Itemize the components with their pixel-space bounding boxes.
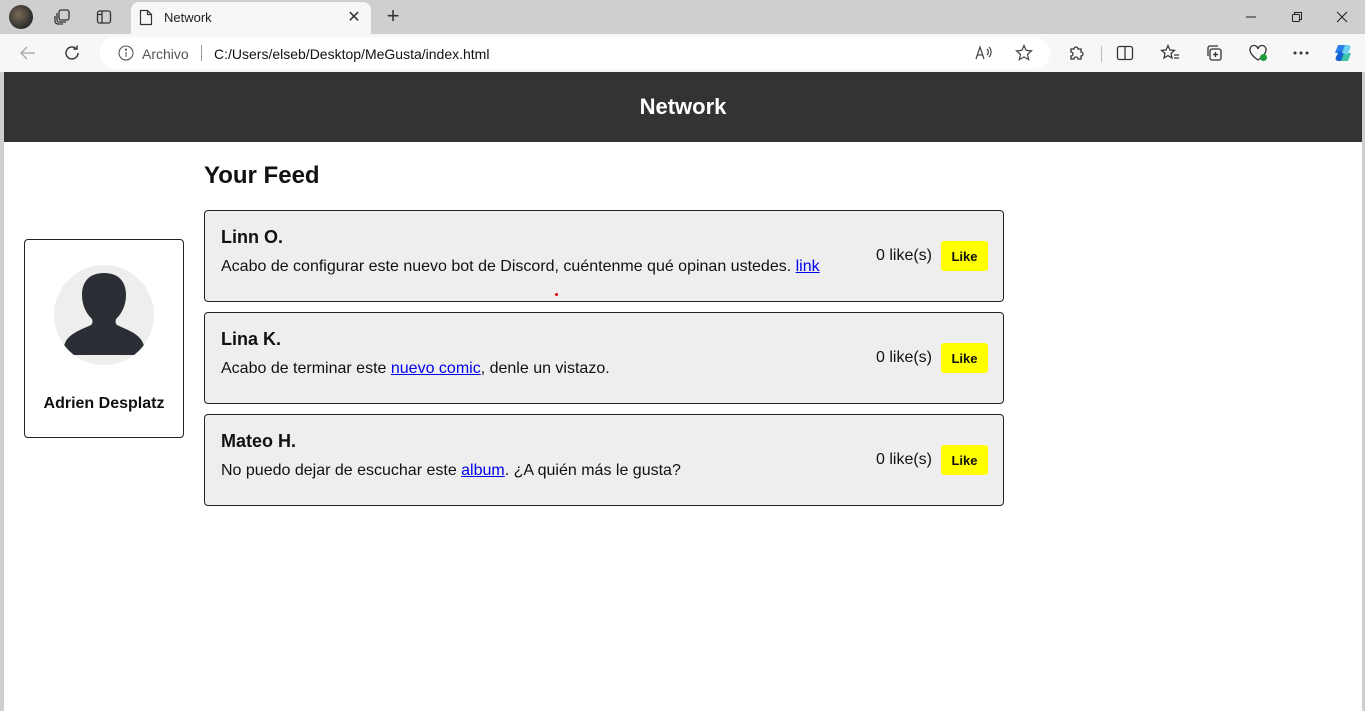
info-icon[interactable] [118,45,134,61]
tab-strip: Network ✕ + [0,0,1365,34]
profile-card: Adrien Desplatz [24,239,184,438]
post-text-after: , denle un vistazo. [480,360,610,377]
like-button[interactable]: Like [941,241,988,271]
post-card: Linn O. Acabo de configurar este nuevo b… [204,210,1004,302]
post-author: Mateo H. [221,431,297,451]
page-title: Network [639,94,727,119]
more-icon[interactable] [1290,42,1312,64]
minimize-icon[interactable] [1228,2,1274,32]
cursor-dot [555,293,558,296]
favorites-icon[interactable] [1159,42,1181,64]
address-bar[interactable]: Archivo C:/Users/elseb/Desktop/MeGusta/i… [100,37,1050,69]
divider [201,45,202,61]
feed-heading: Your Feed [204,162,320,189]
refresh-icon[interactable] [59,40,85,66]
restore-icon[interactable] [1274,2,1320,32]
split-screen-icon[interactable] [1114,42,1136,64]
person-silhouette-icon [54,265,154,365]
like-button[interactable]: Like [941,343,988,373]
post-card: Lina K. Acabo de terminar este nuevo com… [204,312,1004,404]
post-card: Mateo H. No puedo dejar de escuchar este… [204,414,1004,506]
page-icon [139,9,155,27]
post-link[interactable]: link [796,258,820,275]
site-header: Network [4,72,1362,142]
post-author: Linn O. [221,227,283,247]
profile-name: Adrien Desplatz [43,395,165,412]
post-text-after: . ¿A quién más le gusta? [504,462,681,479]
url-text[interactable]: C:/Users/elseb/Desktop/MeGusta/index.htm… [214,46,489,62]
post-text: No puedo dejar de escuchar este album. ¿… [221,462,681,480]
toolbar: Archivo C:/Users/elseb/Desktop/MeGusta/i… [0,34,1365,72]
collections-icon[interactable] [1203,42,1225,64]
post-link[interactable]: album [461,462,505,479]
close-icon[interactable]: ✕ [345,8,363,26]
copilot-icon[interactable] [1332,42,1354,64]
tab-title: Network [164,10,212,25]
like-count: 0 like(s) [875,247,932,264]
page-viewport: Network Adrien Desplatz Your Feed Linn O… [4,72,1362,711]
post-link[interactable]: nuevo comic [391,360,481,377]
post-text-before: No puedo dejar de escuchar este [221,462,462,479]
window-close-icon[interactable] [1319,2,1365,32]
like-button[interactable]: Like [941,445,988,475]
post-text: Acabo de terminar este nuevo comic, denl… [221,360,610,378]
post-text: Acabo de configurar este nuevo bot de Di… [221,258,820,276]
workspaces-icon[interactable] [50,5,74,29]
like-count: 0 like(s) [875,451,932,468]
post-text-before: Acabo de terminar este [221,360,391,377]
vertical-tabs-icon[interactable] [92,5,116,29]
browser-essentials-icon[interactable] [1247,42,1269,64]
like-count: 0 like(s) [875,349,932,366]
post-text-before: Acabo de configurar este nuevo bot de Di… [221,258,796,275]
tab-network[interactable]: Network ✕ [131,2,371,34]
read-aloud-icon[interactable] [974,43,994,63]
scheme-label: Archivo [142,46,189,62]
plus-icon[interactable]: + [381,3,405,28]
profile-avatar[interactable] [9,5,33,29]
back-icon[interactable] [15,40,41,66]
favorite-star-icon[interactable] [1014,43,1034,63]
toolbar-divider [1101,46,1102,62]
extensions-icon[interactable] [1066,42,1088,64]
post-author: Lina K. [221,329,282,349]
